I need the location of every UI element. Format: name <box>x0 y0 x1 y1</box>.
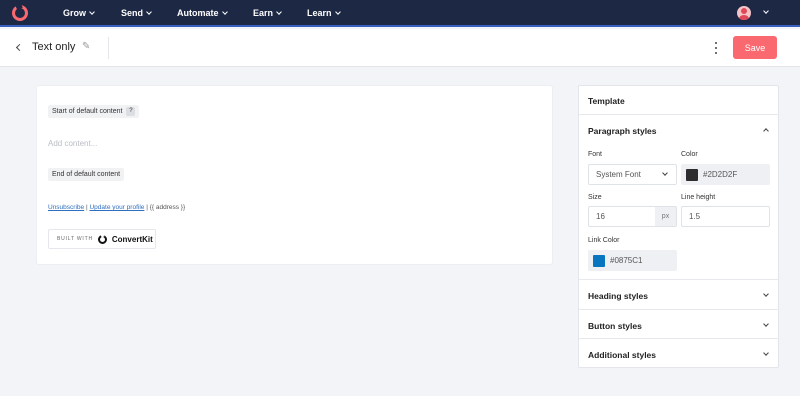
link-color-picker[interactable]: #0875C1 <box>588 250 677 271</box>
font-select[interactable]: System Font <box>588 164 677 185</box>
help-icon[interactable]: ? <box>126 107 136 116</box>
link-color-label: Link Color <box>588 237 620 244</box>
nav-item-grow[interactable]: Grow <box>63 8 95 18</box>
paragraph-styles-section: Paragraph styles Font System Font Color … <box>579 115 778 280</box>
back-arrow-icon[interactable] <box>15 43 24 52</box>
nav-item-label: Learn <box>307 8 332 18</box>
link-color-value: #0875C1 <box>610 256 643 265</box>
account-chevron-down-icon[interactable] <box>763 8 769 14</box>
color-value: #2D2D2F <box>703 170 738 179</box>
nav-item-send[interactable]: Send <box>121 8 152 18</box>
button-styles-row[interactable]: Button styles <box>579 310 778 339</box>
color-swatch <box>686 169 698 181</box>
chevron-down-icon <box>89 8 95 15</box>
brand-name: ConvertKit <box>111 234 153 244</box>
update-profile-link[interactable]: Update your profile <box>89 204 144 211</box>
chevron-down-icon <box>763 321 769 327</box>
convertkit-icon <box>97 234 107 244</box>
built-with-label: BUILT WITH <box>57 236 93 242</box>
chevron-down-icon <box>662 170 668 176</box>
line-height-input[interactable]: 1.5 <box>681 206 770 227</box>
end-default-content-tag: End of default content <box>48 168 125 181</box>
unsubscribe-link[interactable]: Unsubscribe <box>48 204 84 211</box>
chevron-up-icon[interactable] <box>763 128 769 134</box>
heading-styles-row[interactable]: Heading styles <box>579 280 778 310</box>
color-picker[interactable]: #2D2D2F <box>681 164 770 185</box>
line-height-value: 1.5 <box>689 212 701 221</box>
size-label: Size <box>588 194 602 201</box>
font-label: Font <box>588 151 603 158</box>
edit-pencil-icon[interactable]: ✎ <box>82 41 93 52</box>
nav-item-label: Send <box>121 8 144 18</box>
convertkit-logo-icon[interactable] <box>12 5 28 21</box>
chevron-down-icon <box>763 291 769 297</box>
chevron-down-icon <box>276 8 282 15</box>
nav-item-earn[interactable]: Earn <box>253 8 282 18</box>
paragraph-styles-label[interactable]: Paragraph styles <box>588 126 657 136</box>
chevron-down-icon <box>221 8 228 15</box>
top-nav: Grow Send Automate Earn Learn <box>0 0 800 27</box>
save-button[interactable]: Save <box>733 36 777 59</box>
nav-item-label: Grow <box>63 8 87 18</box>
built-with-convertkit-badge[interactable]: BUILT WITH ConvertKit <box>48 229 156 249</box>
template-row[interactable]: Template <box>579 86 778 115</box>
chevron-down-icon <box>334 8 341 15</box>
size-value: 16 <box>596 212 605 221</box>
start-default-content-tag: Start of default content? <box>48 105 140 118</box>
additional-styles-row[interactable]: Additional styles <box>579 339 778 368</box>
nav-item-label: Automate <box>177 8 219 18</box>
address-text: | {{ address }} <box>146 204 186 211</box>
heading-styles-label: Heading styles <box>588 291 648 301</box>
footer-separator: | <box>85 204 88 211</box>
add-content-placeholder[interactable]: Add content... <box>48 139 97 148</box>
avatar[interactable] <box>737 6 751 20</box>
line-height-label: Line height <box>681 194 716 201</box>
page-header: Text only ✎ Save <box>0 29 800 67</box>
header-divider <box>108 37 109 59</box>
chevron-down-icon <box>763 350 769 356</box>
link-color-swatch <box>593 255 605 267</box>
email-preview: Start of default content? Add content...… <box>37 86 552 264</box>
color-label: Color <box>681 151 698 158</box>
more-options-icon[interactable] <box>713 41 719 55</box>
chevron-down-icon <box>146 8 152 15</box>
button-styles-label: Button styles <box>588 321 642 331</box>
size-unit: px <box>655 207 676 226</box>
template-label: Template <box>588 96 625 106</box>
size-input[interactable]: 16 px <box>588 206 677 227</box>
page-title: Text only <box>32 41 76 53</box>
email-footer: Unsubscribe | Update your profile | {{ a… <box>48 204 185 211</box>
additional-styles-label: Additional styles <box>588 350 657 360</box>
styles-panel: Template Paragraph styles Font System Fo… <box>578 85 779 368</box>
start-tag-label: Start of default content <box>52 108 123 115</box>
nav-item-learn[interactable]: Learn <box>307 8 341 18</box>
font-select-value: System Font <box>596 170 641 179</box>
nav-item-automate[interactable]: Automate <box>177 8 228 18</box>
nav-item-label: Earn <box>253 8 274 18</box>
